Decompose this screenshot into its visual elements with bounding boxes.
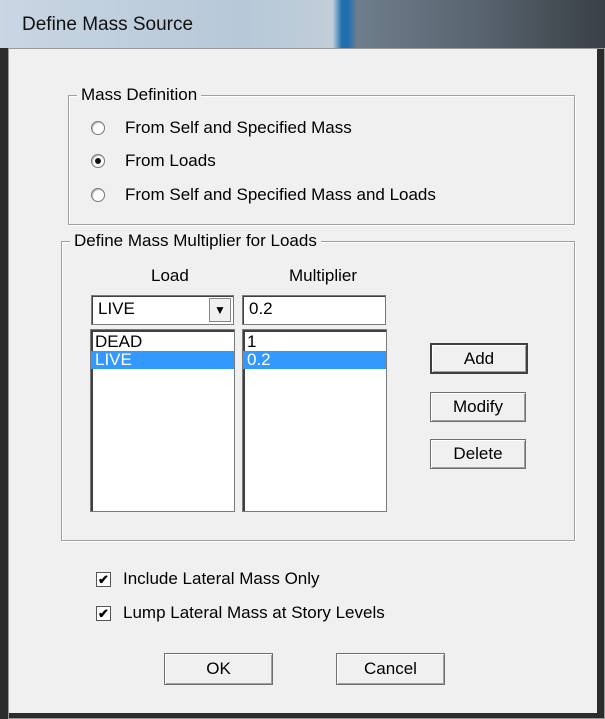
list-item[interactable]: DEAD <box>91 333 234 351</box>
radio-from-loads[interactable]: From Loads <box>91 150 216 172</box>
radio-button[interactable] <box>91 188 105 202</box>
cancel-button[interactable]: Cancel <box>336 653 445 685</box>
lump-lateral-checkbox-row[interactable]: ✔ Lump Lateral Mass at Story Levels <box>96 603 385 623</box>
include-lateral-checkbox-row[interactable]: ✔ Include Lateral Mass Only <box>96 569 320 589</box>
ok-button[interactable]: OK <box>164 653 273 685</box>
radio-self-specified-and-loads[interactable]: From Self and Specified Mass and Loads <box>91 184 436 206</box>
lump-lateral-label: Lump Lateral Mass at Story Levels <box>123 603 385 622</box>
radio-self-specified[interactable]: From Self and Specified Mass <box>91 117 352 139</box>
list-item-selected[interactable]: LIVE <box>91 351 234 369</box>
load-column-header: Load <box>151 266 189 285</box>
multiplier-input-value: 0.2 <box>249 299 273 318</box>
mass-multiplier-legend: Define Mass Multiplier for Loads <box>70 231 321 251</box>
add-button[interactable]: Add <box>430 343 528 374</box>
delete-button[interactable]: Delete <box>430 439 526 469</box>
window-title: Define Mass Source <box>22 14 194 35</box>
radio-label: From Self and Specified Mass and Loads <box>125 185 436 204</box>
load-combo-value: LIVE <box>98 299 135 318</box>
radio-button[interactable] <box>91 121 105 135</box>
mass-multiplier-group: Define Mass Multiplier for Loads Load Mu… <box>61 231 575 541</box>
include-lateral-checkbox[interactable]: ✔ <box>96 571 111 587</box>
multiplier-input[interactable]: 0.2 <box>242 295 386 325</box>
load-list[interactable]: DEAD LIVE <box>90 329 235 512</box>
load-combo[interactable]: LIVE ▼ <box>91 295 234 325</box>
dialog-body: Mass Definition From Self and Specified … <box>8 48 605 719</box>
mass-definition-group: Mass Definition From Self and Specified … <box>68 85 575 225</box>
radio-label: From Loads <box>125 151 216 170</box>
dialog-window: Define Mass Source Mass Definition From … <box>0 0 605 719</box>
chevron-down-icon[interactable]: ▼ <box>209 298 231 322</box>
include-lateral-label: Include Lateral Mass Only <box>123 569 320 588</box>
list-item-selected[interactable]: 0.2 <box>243 351 386 369</box>
multiplier-column-header: Multiplier <box>289 266 358 285</box>
modify-button[interactable]: Modify <box>430 392 526 422</box>
lump-lateral-checkbox[interactable]: ✔ <box>96 605 111 621</box>
multiplier-list[interactable]: 1 0.2 <box>242 329 387 512</box>
mass-definition-legend: Mass Definition <box>77 85 202 105</box>
title-bar[interactable]: Define Mass Source <box>0 0 605 48</box>
radio-label: From Self and Specified Mass <box>125 118 352 137</box>
list-item[interactable]: 1 <box>243 333 386 351</box>
radio-button-selected[interactable] <box>91 154 105 168</box>
